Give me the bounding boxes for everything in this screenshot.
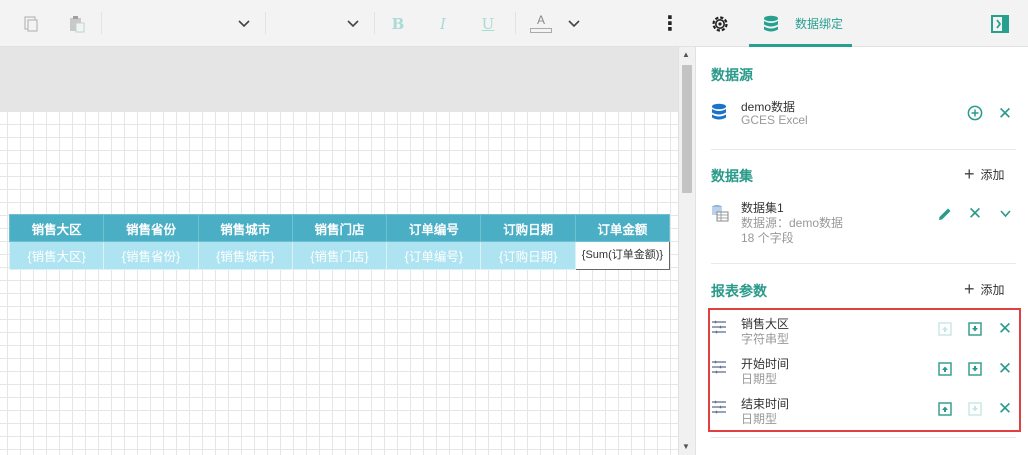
plus-icon: + bbox=[964, 279, 975, 299]
font-color-button[interactable]: A bbox=[527, 0, 555, 47]
header-cell[interactable]: 销售门店 bbox=[291, 214, 388, 242]
font-family-dropdown[interactable] bbox=[104, 0, 264, 47]
copy-icon[interactable] bbox=[18, 0, 44, 47]
scrollbar-thumb[interactable] bbox=[682, 65, 692, 193]
header-cell[interactable]: 订单金额 bbox=[574, 214, 671, 242]
field-cell[interactable]: {销售城市} bbox=[197, 241, 293, 270]
chevron-down-icon bbox=[238, 19, 250, 27]
header-cell[interactable]: 销售大区 bbox=[8, 214, 105, 242]
dataset-title: 数据集 bbox=[711, 168, 753, 184]
report-page[interactable]: 销售大区 销售省份 销售城市 销售门店 订单编号 订购日期 订单金额 {销售大区… bbox=[0, 111, 678, 455]
params-title: 报表参数 bbox=[711, 283, 767, 299]
data-row: {销售大区} {销售省份} {销售城市} {销售门店} {订单编号} {订购日期… bbox=[8, 241, 671, 270]
dataset-field-count: 18 个字段 bbox=[741, 231, 794, 245]
datasource-title: 数据源 bbox=[711, 67, 753, 83]
vertical-scrollbar[interactable]: ▲ ▼ bbox=[678, 47, 695, 455]
toolbar: B I U A ⋮ 数据绑定 bbox=[0, 0, 1028, 47]
toolbar-divider bbox=[265, 12, 266, 34]
scroll-down-icon[interactable]: ▼ bbox=[682, 442, 690, 451]
dataset-item[interactable]: 数据集1 数据源：demo数据 18 个字段 ✕ bbox=[711, 199, 1016, 245]
field-cell[interactable]: {销售省份} bbox=[103, 241, 199, 270]
divider bbox=[711, 149, 1016, 150]
font-color-swatch bbox=[530, 28, 552, 33]
divider bbox=[711, 263, 1016, 264]
toggle-panel-icon[interactable] bbox=[988, 0, 1012, 47]
close-icon[interactable]: ✕ bbox=[967, 205, 983, 222]
edit-icon[interactable] bbox=[937, 206, 953, 222]
divider bbox=[711, 437, 1016, 438]
scroll-up-icon[interactable]: ▲ bbox=[682, 50, 690, 59]
design-canvas[interactable]: 销售大区 销售省份 销售城市 销售门店 订单编号 订购日期 订单金额 {销售大区… bbox=[0, 47, 678, 455]
add-param-button[interactable]: + 添加 bbox=[964, 280, 1005, 298]
chevron-down-icon[interactable] bbox=[997, 206, 1013, 222]
add-dataset-label: 添加 bbox=[980, 167, 1005, 182]
field-cell[interactable]: {销售大区} bbox=[8, 241, 105, 270]
header-row: 销售大区 销售省份 销售城市 销售门店 订单编号 订购日期 订单金额 bbox=[8, 214, 671, 242]
plus-icon: + bbox=[964, 164, 975, 184]
header-cell[interactable]: 销售省份 bbox=[103, 214, 199, 242]
more-icon[interactable]: ⋮ bbox=[660, 0, 680, 47]
toolbar-divider bbox=[101, 12, 102, 34]
report-table[interactable]: 销售大区 销售省份 销售城市 销售门店 订单编号 订购日期 订单金额 {销售大区… bbox=[8, 214, 671, 270]
font-color-dropdown[interactable] bbox=[564, 0, 584, 47]
bold-button[interactable]: B bbox=[386, 0, 410, 47]
field-cell-selected[interactable]: {Sum(订单金额)} bbox=[574, 241, 671, 270]
highlight-box bbox=[708, 308, 1021, 432]
field-cell[interactable]: {订单编号} bbox=[386, 241, 482, 270]
add-dataset-button[interactable]: + 添加 bbox=[964, 165, 1005, 183]
header-cell[interactable]: 订购日期 bbox=[480, 214, 576, 242]
add-param-label: 添加 bbox=[980, 282, 1005, 297]
underline-button[interactable]: U bbox=[476, 0, 500, 47]
gear-icon[interactable] bbox=[706, 0, 734, 47]
chevron-down-icon bbox=[568, 19, 580, 27]
tab-label: 数据绑定 bbox=[795, 17, 844, 31]
toolbar-divider bbox=[374, 12, 375, 34]
italic-button[interactable]: I bbox=[431, 0, 455, 47]
paste-icon[interactable] bbox=[64, 0, 90, 47]
datasource-item[interactable]: demo数据 GCES Excel ✕ bbox=[711, 98, 1016, 138]
add-circle-icon[interactable] bbox=[967, 105, 983, 121]
database-icon bbox=[711, 103, 727, 124]
font-size-dropdown[interactable] bbox=[267, 0, 373, 47]
header-cell[interactable]: 订单编号 bbox=[386, 214, 482, 242]
close-icon[interactable]: ✕ bbox=[997, 105, 1013, 122]
field-cell[interactable]: {订购日期} bbox=[480, 241, 576, 270]
datasource-type: GCES Excel bbox=[741, 113, 808, 127]
database-icon bbox=[760, 0, 782, 47]
chevron-down-icon bbox=[347, 19, 359, 27]
field-cell[interactable]: {销售门店} bbox=[291, 241, 388, 270]
font-color-label: A bbox=[536, 13, 545, 27]
toolbar-divider bbox=[515, 12, 516, 34]
header-cell[interactable]: 销售城市 bbox=[197, 214, 293, 242]
dataset-icon bbox=[711, 204, 729, 225]
